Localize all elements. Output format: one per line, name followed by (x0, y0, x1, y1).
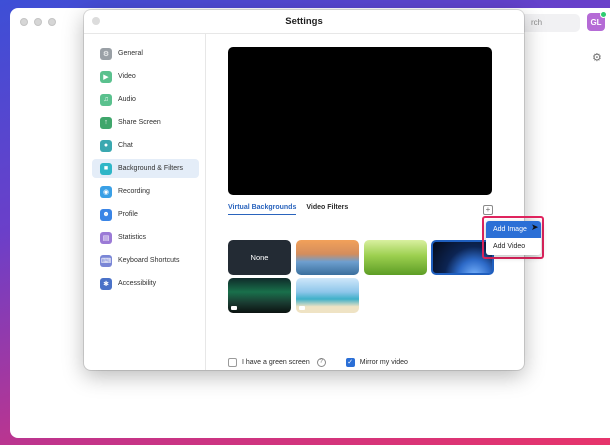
gear-icon: ⚙ (100, 47, 112, 60)
add-background-icon[interactable]: + (483, 205, 493, 215)
sidebar-item-background-filters[interactable]: ■ Background & Filters (92, 159, 199, 178)
sidebar-item-label: Accessibility (118, 280, 157, 287)
settings-dialog: Settings ⚙ General ▶ Video ♫ Audio ↑ Sha… (84, 10, 524, 370)
title-bar: Settings (84, 10, 524, 34)
video-icon (231, 306, 237, 310)
tab-virtual-backgrounds[interactable]: Virtual Backgrounds (228, 204, 297, 215)
sidebar-item-label: Profile (118, 211, 138, 218)
gear-icon[interactable]: ⚙ (592, 51, 602, 64)
sidebar-item-share-screen[interactable]: ↑ Share Screen (92, 113, 199, 132)
sidebar-item-label: Recording (118, 188, 150, 195)
green-screen-label: I have a green screen (242, 359, 310, 366)
sidebar-item-label: Video (118, 73, 136, 80)
sidebar-item-label: Audio (118, 96, 136, 103)
video-options: I have a green screen ? ✓ Mirror my vide… (228, 358, 408, 367)
sidebar-item-label: Keyboard Shortcuts (118, 257, 180, 264)
background-grass[interactable] (364, 240, 427, 275)
background-icon: ■ (100, 162, 112, 175)
sidebar-item-label: Chat (118, 142, 133, 149)
settings-content: Virtual Backgrounds Video Filters + None… (206, 34, 524, 370)
keyboard-icon: ⌨ (100, 254, 112, 267)
settings-sidebar: ⚙ General ▶ Video ♫ Audio ↑ Share Screen… (84, 34, 206, 370)
mirror-video-checkbox[interactable]: ✓ (345, 358, 355, 367)
add-video-menu-item[interactable]: Add Video (486, 238, 541, 255)
background-aurora[interactable] (228, 278, 291, 313)
sidebar-item-chat[interactable]: ● Chat (92, 136, 199, 155)
video-preview (228, 47, 492, 195)
sidebar-item-label: Background & Filters (118, 165, 183, 172)
window-controls[interactable] (20, 18, 56, 26)
mouse-cursor-icon: ➤ (531, 222, 539, 232)
background-none-label: None (250, 253, 269, 262)
sidebar-item-recording[interactable]: ◉ Recording (92, 182, 199, 201)
sidebar-item-video[interactable]: ▶ Video (92, 67, 199, 86)
search-input[interactable]: rch (515, 14, 580, 32)
share-screen-icon: ↑ (100, 116, 112, 129)
video-camera-icon: ▶ (100, 70, 112, 83)
help-icon[interactable]: ? (316, 358, 326, 367)
mirror-video-label: Mirror my video (359, 359, 408, 366)
sidebar-item-label: Statistics (118, 234, 147, 241)
statistics-icon: ▤ (100, 231, 112, 244)
headphones-icon: ♫ (100, 93, 112, 106)
green-screen-checkbox[interactable] (228, 358, 237, 367)
tab-video-filters[interactable]: Video Filters (306, 204, 348, 215)
chat-bubble-icon: ● (100, 139, 112, 152)
sidebar-item-label: General (118, 50, 143, 57)
status-dot (600, 11, 607, 18)
background-tabs: Virtual Backgrounds Video Filters (228, 204, 348, 215)
sidebar-item-accessibility[interactable]: ✱ Accessibility (92, 274, 199, 293)
background-beach[interactable] (296, 278, 359, 313)
sidebar-item-statistics[interactable]: ▤ Statistics (92, 228, 199, 247)
background-golden-gate[interactable] (296, 240, 359, 275)
background-none[interactable]: None (228, 240, 291, 275)
sidebar-item-keyboard-shortcuts[interactable]: ⌨ Keyboard Shortcuts (92, 251, 199, 270)
close-icon[interactable] (92, 17, 100, 25)
recording-icon: ◉ (100, 185, 112, 198)
profile-icon: ☻ (100, 208, 112, 221)
sidebar-item-profile[interactable]: ☻ Profile (92, 205, 199, 224)
sidebar-item-label: Share Screen (118, 119, 161, 126)
dialog-title: Settings (285, 16, 323, 27)
accessibility-icon: ✱ (100, 277, 112, 290)
sidebar-item-audio[interactable]: ♫ Audio (92, 90, 199, 109)
sidebar-item-general[interactable]: ⚙ General (92, 44, 199, 63)
video-icon (299, 306, 305, 310)
